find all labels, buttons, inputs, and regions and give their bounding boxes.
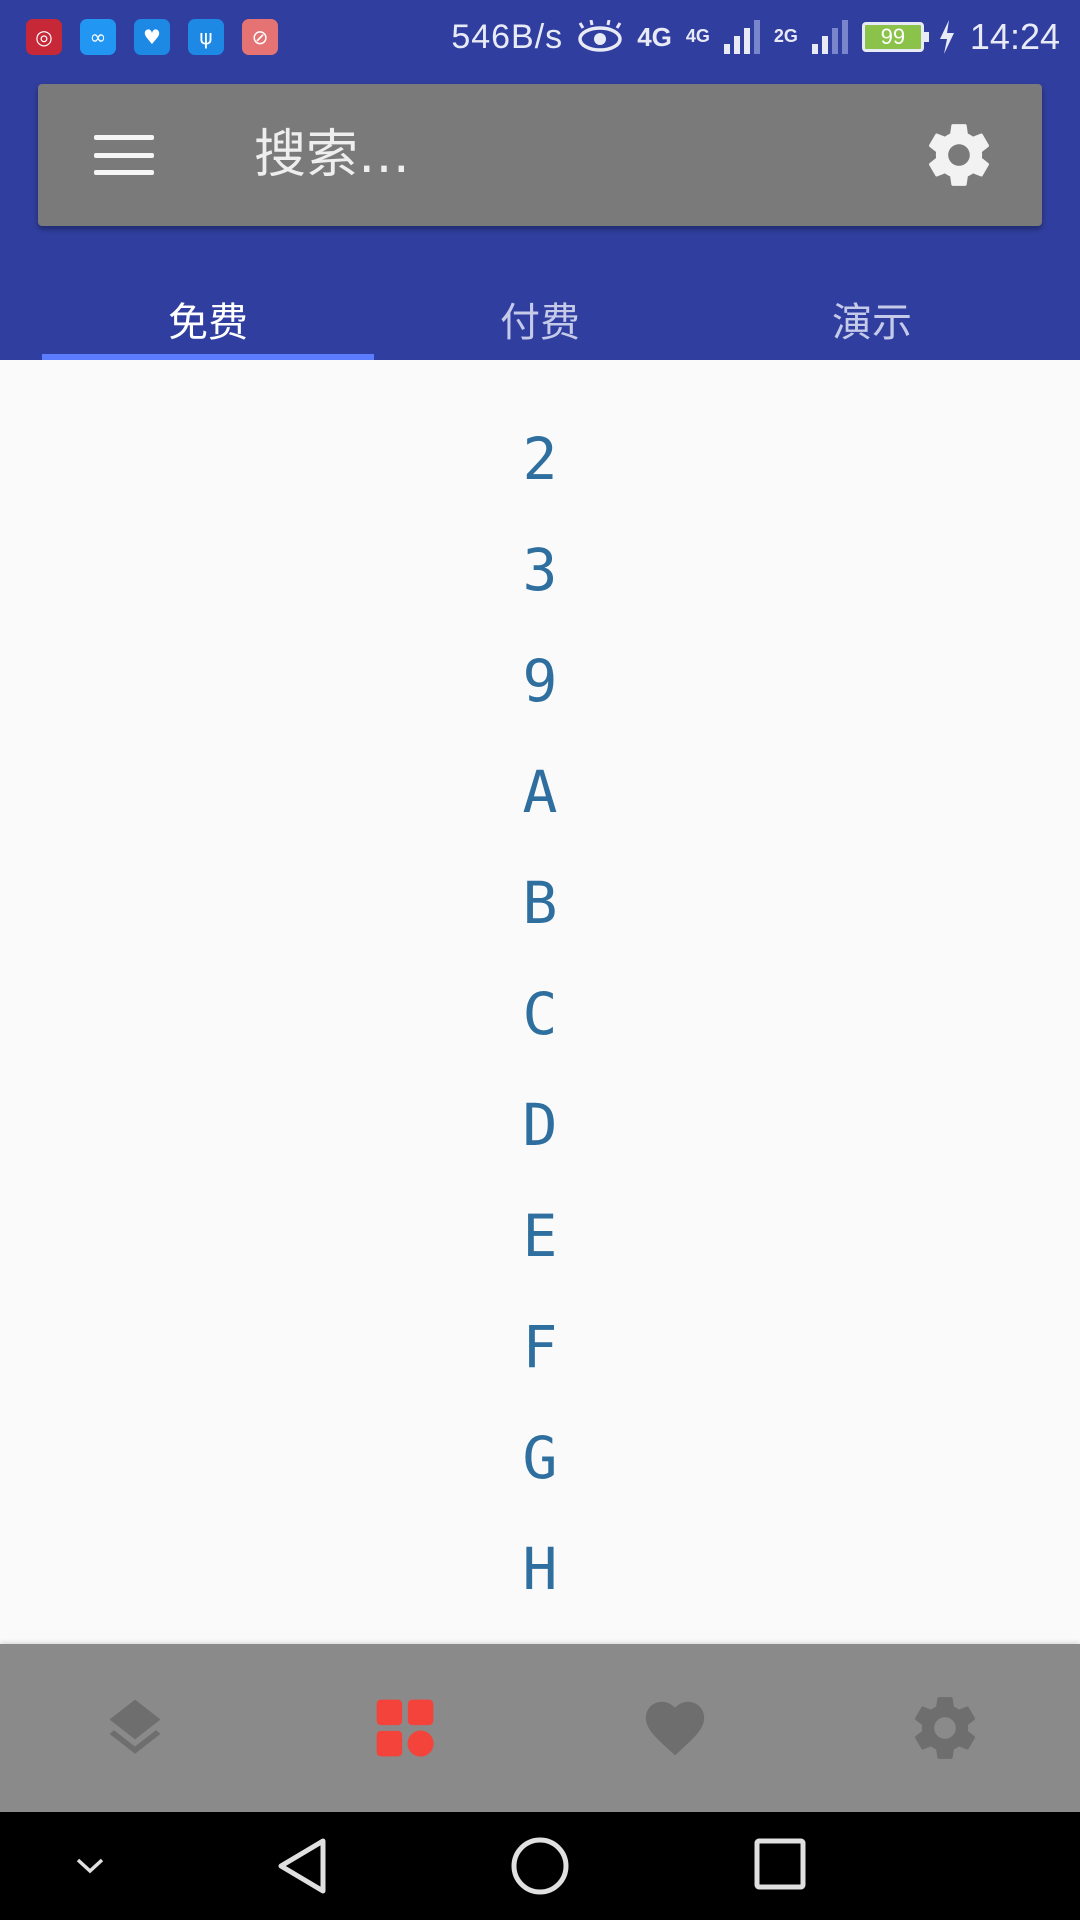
status-bar: ◎ ∞ ♥ ψ ⊘ 546B/s 4G 4G 2G 99 14:24	[0, 0, 1080, 74]
list-item[interactable]: H	[0, 1513, 1080, 1624]
nav-favorites-button[interactable]	[630, 1683, 720, 1773]
list-item[interactable]: 2	[0, 403, 1080, 514]
system-navigation-bar	[0, 1812, 1080, 1920]
nav-layers-button[interactable]	[90, 1683, 180, 1773]
layers-icon	[109, 1699, 161, 1754]
nav-settings-button[interactable]	[900, 1683, 990, 1773]
list-item[interactable]: G	[0, 1402, 1080, 1513]
tab-paid[interactable]: 付费	[374, 274, 706, 360]
nav-grid-button[interactable]	[360, 1683, 450, 1773]
home-button[interactable]	[508, 1834, 572, 1898]
network-type-4g-small: 4G	[685, 26, 710, 46]
eye-icon	[578, 20, 622, 52]
list-item[interactable]: D	[0, 1069, 1080, 1180]
hide-nav-button[interactable]	[70, 1846, 110, 1886]
network-type-4g: 4G	[637, 21, 672, 52]
grid-icon	[376, 1699, 434, 1757]
search-bar	[38, 84, 1042, 226]
app-screen: ◎ ∞ ♥ ψ ⊘ 546B/s 4G 4G 2G 99 14:24 搜索… 免…	[0, 0, 1080, 1920]
battery-icon: 99	[861, 22, 929, 52]
network-type-2g: 2G	[773, 26, 798, 46]
net-speed: 546B/s	[451, 17, 564, 56]
list-item[interactable]: B	[0, 847, 1080, 958]
signal-strength-2g-icon	[811, 20, 848, 54]
tab-demo[interactable]: 演示	[706, 274, 1038, 360]
back-button[interactable]	[272, 1836, 332, 1896]
home-circle-icon	[511, 1837, 569, 1895]
app-bar: 免费 付费 演示	[0, 74, 1080, 360]
signal-strength-icon	[723, 20, 760, 54]
list-item[interactable]: 9	[0, 625, 1080, 736]
tab-free[interactable]: 免费	[42, 274, 374, 360]
list-item[interactable]: A	[0, 736, 1080, 847]
blocked-icon: ⊘	[242, 19, 278, 55]
status-indicators: 546B/s 4G 4G 2G 99 14:24	[451, 16, 1060, 58]
settings-icon	[915, 1697, 975, 1759]
hamburger-menu-icon[interactable]	[94, 135, 154, 175]
back-triangle-icon	[278, 1838, 326, 1894]
charging-icon	[939, 20, 954, 54]
letter-index-list: 2 3 9 A B C D E F G H	[0, 360, 1080, 1644]
recents-button[interactable]	[752, 1836, 808, 1892]
chevron-down-icon	[76, 1858, 104, 1874]
category-tabs: 免费 付费 演示	[42, 274, 1038, 360]
netease-music-icon: ◎	[26, 19, 62, 55]
list-item[interactable]: 3	[0, 514, 1080, 625]
notification-icons: ◎ ∞ ♥ ψ ⊘	[26, 19, 278, 55]
link-app-icon: ∞	[80, 19, 116, 55]
settings-gear-icon[interactable]	[922, 118, 996, 192]
battery-level: 99	[880, 24, 906, 49]
clock: 14:24	[969, 16, 1060, 57]
bottom-navigation	[0, 1644, 1080, 1812]
list-item[interactable]: C	[0, 958, 1080, 1069]
recents-square-icon	[754, 1838, 806, 1890]
heart-icon	[645, 1701, 705, 1756]
health-icon: ♥	[134, 19, 170, 55]
list-item[interactable]: E	[0, 1180, 1080, 1291]
usb-icon: ψ	[188, 19, 224, 55]
list-item[interactable]: F	[0, 1291, 1080, 1402]
search-input[interactable]	[254, 125, 922, 185]
